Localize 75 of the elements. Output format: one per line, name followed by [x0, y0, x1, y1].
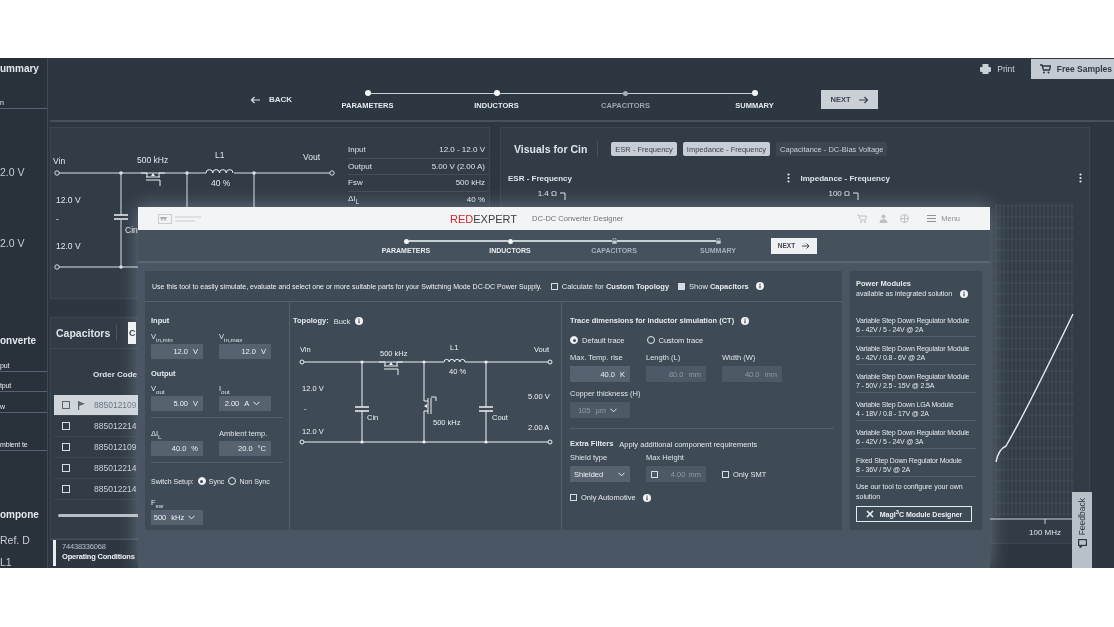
cart-icon [1039, 63, 1051, 74]
transistor-icon [140, 172, 166, 187]
node-label: Vin [53, 156, 66, 166]
print-button[interactable]: Print [980, 63, 1015, 74]
feedback-tab[interactable]: Feedback [1072, 492, 1092, 568]
section-heading: ummary [0, 63, 40, 75]
section-marker [53, 540, 56, 566]
card-title: Capacitors [56, 325, 117, 341]
scrollbar[interactable] [58, 514, 139, 517]
component-label: Cin [125, 225, 138, 235]
order-code: 885012109 [94, 400, 137, 410]
capacitor-icon [478, 406, 494, 412]
info-icon[interactable] [755, 282, 764, 290]
brand-logo: REDEXPERT [450, 212, 518, 225]
capacitor-icon [354, 406, 370, 412]
checkbox[interactable] [62, 401, 70, 409]
column-header: Ref. D [0, 534, 31, 546]
axis-tick-label: 100 Ω [827, 189, 850, 198]
voltage-label: 12.0 V [56, 241, 81, 251]
logo-icon [158, 213, 204, 224]
column-header: Order Code [93, 369, 137, 381]
arrow-right-icon [802, 242, 811, 249]
voltage-label: 12.0 V [56, 195, 81, 205]
frequency-label: 500 kHz [137, 155, 169, 165]
info-icon[interactable] [960, 290, 969, 298]
back-button[interactable]: BACK [250, 95, 295, 105]
parameter-label: Input [348, 145, 366, 155]
axis-tick-label: 1.4 Ω [537, 189, 557, 198]
lock-icon [715, 238, 721, 244]
capacitor-icon [113, 214, 129, 220]
card-title: Visuals for Cin [514, 141, 599, 157]
more-icon[interactable] [786, 173, 790, 183]
info-icon[interactable] [741, 317, 750, 325]
parameter-label: ΔI$_{L}$ [348, 193, 360, 205]
parameter-value: 500 kHz [455, 178, 485, 188]
info-icon[interactable] [355, 317, 364, 325]
range-separator: - [56, 214, 59, 224]
section-heading: ompone [0, 509, 40, 521]
transistor-icon [423, 392, 437, 420]
chart-title: Impedance - Frequency [800, 173, 890, 183]
component-label: L1 [215, 150, 225, 160]
parameter-value: 40 % [466, 194, 485, 204]
order-code: 885012109 [94, 442, 137, 452]
dropdown-field[interactable]: C [128, 322, 136, 344]
info-icon[interactable] [642, 493, 651, 502]
parameter-label: Fsw [348, 178, 363, 188]
caret-icon [618, 471, 625, 477]
free-samples-button[interactable]: Free Samples [1030, 58, 1114, 79]
caret-icon [188, 515, 196, 520]
caret-icon [610, 407, 618, 413]
menu-icon [927, 215, 937, 222]
section-heading: onverte [0, 335, 38, 347]
value-text: 2.0 V [0, 237, 26, 249]
parameter-value: 12.0 - 12.0 V [439, 145, 485, 155]
order-code: 885012214 [94, 484, 137, 494]
lock-icon [611, 238, 617, 244]
order-code: 885012214 [94, 421, 137, 431]
value-text: 2.0 V [0, 166, 26, 178]
parameter-value: 5.00 V (2.00 A) [431, 161, 485, 171]
order-code: 885012214 [94, 463, 137, 473]
value-text: L1 [0, 556, 13, 568]
chat-icon [1077, 539, 1087, 549]
node-label: Vout [303, 152, 321, 162]
axis-tick-label: 100 MHz [1028, 528, 1061, 537]
inductor-icon [205, 169, 234, 174]
arrow-right-icon [858, 95, 869, 104]
parameter-label: Output [348, 161, 372, 171]
caret-icon [253, 401, 261, 406]
axis-tick [559, 192, 566, 201]
printer-icon [980, 63, 992, 74]
chart-title: ESR - Frequency [508, 173, 572, 183]
axis-tick [852, 192, 858, 201]
arrow-left-icon [250, 95, 260, 104]
ripple-label: 40 % [211, 178, 231, 188]
more-icon[interactable] [1079, 173, 1082, 183]
